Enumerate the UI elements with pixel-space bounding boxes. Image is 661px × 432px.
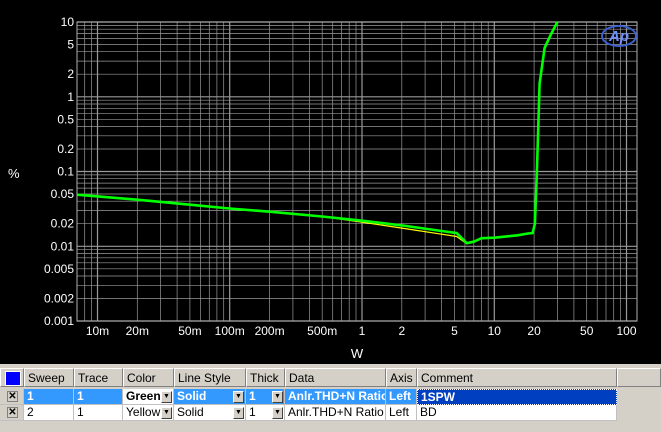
row-checkbox-icon[interactable]: ✕ (7, 391, 18, 402)
y-tick-label: 2 (67, 67, 74, 81)
x-tick-label: 500m (307, 324, 337, 338)
cell-axis[interactable]: Left (386, 389, 417, 405)
col-header-thick[interactable]: Thick (246, 368, 285, 387)
thick-dropdown-icon[interactable]: ▼ (272, 407, 283, 419)
cell-color-value: Yellow (126, 405, 161, 419)
x-tick-label: 200m (255, 324, 285, 338)
col-header-axis[interactable]: Axis (386, 368, 417, 387)
y-tick-label: 0.1 (57, 165, 74, 179)
x-tick-label: 2 (398, 324, 405, 338)
row-checkbox-cell[interactable]: ✕ (0, 389, 24, 405)
cell-line-style[interactable]: Solid ▼ (174, 405, 246, 421)
x-tick-label: 50 (580, 324, 594, 338)
cell-thick[interactable]: 1 ▼ (246, 389, 285, 405)
col-header-data[interactable]: Data (285, 368, 386, 387)
y-tick-label: 0.01 (51, 239, 75, 253)
col-header-trace[interactable]: Trace (74, 368, 123, 387)
x-tick-label: 5 (451, 324, 458, 338)
x-tick-label: 20m (126, 324, 149, 338)
y-tick-label: 0.001 (44, 314, 74, 328)
x-axis-label: W (351, 346, 364, 361)
x-tick-label: 20 (527, 324, 541, 338)
table-header-row: Sweep Trace Color Line Style Thick Data … (0, 368, 661, 387)
row-checkbox-icon[interactable]: ✕ (7, 407, 18, 418)
line-style-dropdown-icon[interactable]: ▼ (233, 391, 244, 403)
cell-thick-value: 1 (249, 405, 256, 419)
y-tick-label: 0.02 (51, 217, 75, 231)
thd-plot: 10 5 2 1 0.5 0.2 0.1 0.05 0.02 0.01 0.005 0.002 0.00… (8, 15, 638, 361)
cell-comment[interactable]: BD (417, 405, 617, 421)
x-tick-label: 1 (359, 324, 366, 338)
y-tick-label: 10 (61, 15, 75, 29)
col-header-comment[interactable]: Comment (417, 368, 617, 387)
x-tick-label: 50m (178, 324, 201, 338)
y-tick-label: 0.05 (51, 187, 75, 201)
cell-thick[interactable]: 1 ▼ (246, 405, 285, 421)
col-header-line-style[interactable]: Line Style (174, 368, 246, 387)
x-tick-label: 10m (86, 324, 109, 338)
color-dropdown-icon[interactable]: ▼ (161, 407, 172, 419)
col-header-sweep[interactable]: Sweep (24, 368, 74, 387)
cell-comment[interactable]: 1SPW (417, 389, 617, 405)
y-tick-label: 1 (67, 90, 74, 104)
cell-data[interactable]: Anlr.THD+N Ratio (285, 389, 386, 405)
trace-green (76, 21, 559, 245)
cell-thick-value: 1 (249, 389, 256, 403)
cell-line-style-value: Solid (177, 389, 207, 403)
y-tick-label: 0.005 (44, 262, 74, 276)
ap-logo: Ap (601, 25, 637, 47)
select-all-cell[interactable] (0, 368, 24, 387)
table-row[interactable]: ✕ 1 1 Green ▼ Solid ▼ 1 ▼ Anlr.THD+N Ratio … (0, 389, 661, 405)
thick-dropdown-icon[interactable]: ▼ (272, 391, 283, 403)
x-tick-label: 100 (616, 324, 636, 338)
table-row[interactable]: ✕ 2 1 Yellow ▼ Solid ▼ 1 ▼ Anlr.THD+N Ratio… (0, 405, 661, 421)
cell-color[interactable]: Yellow ▼ (123, 405, 174, 421)
cell-data[interactable]: Anlr.THD+N Ratio (285, 405, 386, 421)
cell-line-style[interactable]: Solid ▼ (174, 389, 246, 405)
x-tick-label: 10 (488, 324, 502, 338)
y-tick-label: 5 (67, 38, 74, 52)
y-tick-label: 0.2 (57, 142, 74, 156)
row-checkbox-cell[interactable]: ✕ (0, 405, 24, 421)
cell-color[interactable]: Green ▼ (123, 389, 174, 405)
cell-sweep[interactable]: 1 (24, 389, 74, 405)
logo-text: Ap (608, 28, 629, 45)
cell-trace[interactable]: 1 (74, 405, 123, 421)
cell-color-value: Green (126, 389, 161, 403)
cell-trace[interactable]: 1 (74, 389, 123, 405)
y-tick-label: 0.002 (44, 292, 74, 306)
col-header-filler (617, 368, 661, 387)
sweep-table: Sweep Trace Color Line Style Thick Data … (0, 368, 661, 432)
y-tick-label: 0.5 (57, 112, 74, 126)
cell-axis[interactable]: Left (386, 405, 417, 421)
color-dropdown-icon[interactable]: ▼ (161, 391, 172, 403)
select-all-icon (5, 371, 21, 386)
y-axis-label: % (8, 166, 20, 181)
graph-panel: 10 5 2 1 0.5 0.2 0.1 0.05 0.02 0.01 0.005 0.002 0.00… (0, 0, 661, 364)
cell-sweep[interactable]: 2 (24, 405, 74, 421)
line-style-dropdown-icon[interactable]: ▼ (233, 407, 244, 419)
col-header-color[interactable]: Color (123, 368, 174, 387)
x-tick-label: 100m (215, 324, 245, 338)
cell-line-style-value: Solid (177, 405, 204, 419)
